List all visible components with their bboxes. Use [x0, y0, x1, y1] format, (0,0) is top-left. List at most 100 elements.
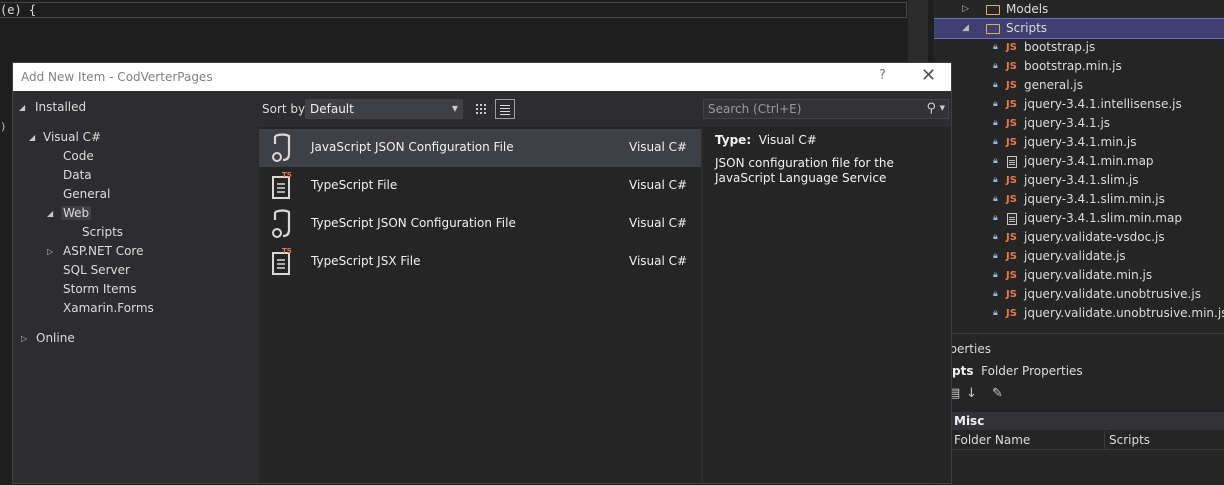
js-file-icon: JS — [1006, 137, 1017, 148]
grid-view-button[interactable] — [471, 99, 491, 119]
search-box[interactable]: Search (Ctrl+E) ⚲ ▼ — [703, 99, 949, 119]
tree-label: Storm Items — [63, 282, 137, 296]
solution-file-item[interactable]: 🔒︎ jquery-3.4.1.min.map — [934, 152, 1224, 171]
template-name: TypeScript File — [311, 178, 398, 192]
tree-item-data[interactable]: Data — [63, 166, 92, 185]
template-name: TypeScript JSX File — [311, 254, 421, 268]
collapse-arrow-icon[interactable]: ◢ — [47, 204, 53, 223]
template-language: Visual C# — [629, 140, 688, 154]
tree-label: General — [63, 187, 111, 201]
file-label: jquery.validate.js — [1024, 249, 1126, 263]
grid-icon — [476, 104, 478, 106]
editor-scrollbar[interactable] — [908, 0, 928, 62]
solution-file-item[interactable]: 🔒︎ jquery-3.4.1.slim.min.map — [934, 209, 1224, 228]
tree-label: Web — [61, 206, 92, 220]
file-label: jquery-3.4.1.min.js — [1024, 135, 1137, 149]
folder-icon — [986, 5, 1000, 15]
folder-scripts[interactable]: ◢ Scripts — [934, 18, 1224, 39]
lock-icon: 🔒︎ — [993, 194, 998, 204]
file-label: bootstrap.min.js — [1024, 59, 1122, 73]
expand-arrow-icon[interactable]: ▷ — [962, 0, 969, 19]
solution-file-item[interactable]: 🔒︎ JS general.js — [934, 76, 1224, 95]
sort-value: Default — [310, 102, 354, 116]
lock-icon: 🔒︎ — [993, 270, 998, 280]
file-label: jquery-3.4.1.js — [1024, 116, 1111, 130]
file-label: jquery.validate.unobtrusive.js — [1024, 287, 1201, 301]
js-file-icon: JS — [1006, 118, 1017, 129]
property-row[interactable]: Folder Name Scripts — [952, 431, 1224, 450]
solution-file-item[interactable]: 🔒︎ JS jquery-3.4.1.intellisense.js — [934, 95, 1224, 114]
solution-file-item[interactable]: 🔒︎ JS bootstrap.min.js — [934, 57, 1224, 76]
lock-icon: 🔒︎ — [993, 118, 998, 128]
solution-explorer: ▷ Models ◢ Scripts 🔒︎ JS bootstrap.js 🔒︎ JS b… — [934, 0, 1224, 333]
property-pages-icon[interactable]: ✎ — [992, 386, 1003, 401]
js-file-icon: JS — [1006, 289, 1017, 300]
lock-icon: 🔒︎ — [993, 213, 998, 223]
tree-item-installed[interactable]: ◢ Installed — [19, 98, 86, 117]
solution-file-item[interactable]: 🔒︎ JS bootstrap.js — [934, 38, 1224, 57]
solution-file-item[interactable]: 🔒︎ JS jquery-3.4.1.slim.js — [934, 171, 1224, 190]
dialog-title: Add New Item - CodVerterPages — [21, 70, 213, 84]
ts-file-icon: TS — [272, 247, 292, 275]
template-item[interactable]: JavaScript JSON Configuration File Visua… — [259, 129, 701, 167]
add-new-item-dialog: Add New Item - CodVerterPages ? ✕ ◢ Inst… — [12, 62, 952, 484]
solution-file-item[interactable]: 🔒︎ JS jquery.validate-vsdoc.js — [934, 228, 1224, 247]
sort-dropdown[interactable]: Default ▼ — [305, 99, 463, 119]
solution-file-item[interactable]: 🔒︎ JS jquery-3.4.1.slim.min.js — [934, 190, 1224, 209]
properties-category[interactable]: Misc — [952, 412, 1224, 430]
tree-item-sql-server[interactable]: SQL Server — [63, 261, 130, 280]
solution-file-item[interactable]: 🔒︎ JS jquery.validate.unobtrusive.js — [934, 285, 1224, 304]
code-line[interactable]: (e) { — [0, 2, 907, 18]
ts-file-icon: TS — [272, 171, 292, 199]
tree-item-general[interactable]: General — [63, 185, 110, 204]
help-button[interactable]: ? — [879, 68, 886, 83]
tree-label: Online — [36, 331, 75, 345]
tree-item-code[interactable]: Code — [63, 147, 94, 166]
folder-models[interactable]: ▷ Models — [934, 0, 1224, 19]
search-input[interactable]: Search (Ctrl+E) — [708, 102, 801, 116]
sort-alpha-icon[interactable]: ↓ — [966, 386, 977, 401]
lock-icon: 🔒︎ — [993, 308, 998, 318]
template-item[interactable]: TypeScript JSON Configuration File Visua… — [259, 205, 701, 243]
expand-arrow-icon[interactable]: ▷ — [21, 329, 27, 348]
list-view-button[interactable] — [495, 99, 515, 119]
tree-item-scripts[interactable]: Scripts — [82, 223, 123, 242]
folder-label: Scripts — [1006, 21, 1048, 35]
collapse-arrow-icon[interactable]: ◢ — [29, 128, 35, 147]
lock-icon: 🔒︎ — [993, 251, 998, 261]
solution-file-item[interactable]: 🔒︎ JS jquery.validate.js — [934, 247, 1224, 266]
file-label: jquery.validate-vsdoc.js — [1024, 230, 1165, 244]
tree-item-web[interactable]: ◢ Web — [47, 204, 92, 223]
template-item[interactable]: TS TypeScript JSX File Visual C# — [259, 243, 701, 281]
js-file-icon: JS — [1006, 175, 1017, 186]
map-file-icon — [1007, 213, 1017, 225]
collapse-arrow-icon[interactable]: ◢ — [19, 98, 25, 117]
js-file-icon: JS — [1006, 308, 1017, 319]
search-options-arrow-icon[interactable]: ▼ — [940, 104, 945, 112]
collapse-arrow-icon[interactable]: ◢ — [962, 19, 969, 38]
detail-description: JSON configuration file for the JavaScri… — [715, 156, 894, 185]
js-file-icon: JS — [1006, 251, 1017, 262]
tree-label: Xamarin.Forms — [63, 301, 154, 315]
file-label: general.js — [1024, 78, 1084, 92]
search-icon[interactable]: ⚲ — [926, 101, 936, 116]
property-value[interactable]: Scripts — [1104, 431, 1150, 449]
template-item[interactable]: TS TypeScript File Visual C# — [259, 167, 701, 205]
file-label: bootstrap.js — [1024, 40, 1096, 54]
expand-arrow-icon[interactable]: ▷ — [47, 242, 53, 261]
solution-file-item[interactable]: 🔒︎ JS jquery.validate.min.js — [934, 266, 1224, 285]
solution-file-item[interactable]: 🔒︎ JS jquery-3.4.1.js — [934, 114, 1224, 133]
tree-item-online[interactable]: ▷ Online — [19, 329, 75, 348]
tree-item-storm-items[interactable]: Storm Items — [63, 280, 136, 299]
solution-file-item[interactable]: 🔒︎ JS jquery-3.4.1.min.js — [934, 133, 1224, 152]
tree-item-visual-csharp[interactable]: ◢ Visual C# — [29, 128, 101, 147]
file-label: jquery-3.4.1.min.map — [1024, 154, 1154, 168]
dialog-titlebar[interactable]: Add New Item - CodVerterPages ? ✕ — [13, 63, 951, 91]
close-button[interactable]: ✕ — [921, 65, 936, 86]
lock-icon: 🔒︎ — [993, 175, 998, 185]
tree-item-aspnet-core[interactable]: ▷ ASP.NET Core — [47, 242, 143, 261]
js-file-icon: JS — [1006, 61, 1017, 72]
tree-item-xamarin-forms[interactable]: Xamarin.Forms — [63, 299, 154, 318]
lock-icon: 🔒︎ — [993, 42, 998, 52]
solution-file-item[interactable]: 🔒︎ JS jquery.validate.unobtrusive.min.js — [934, 304, 1224, 323]
